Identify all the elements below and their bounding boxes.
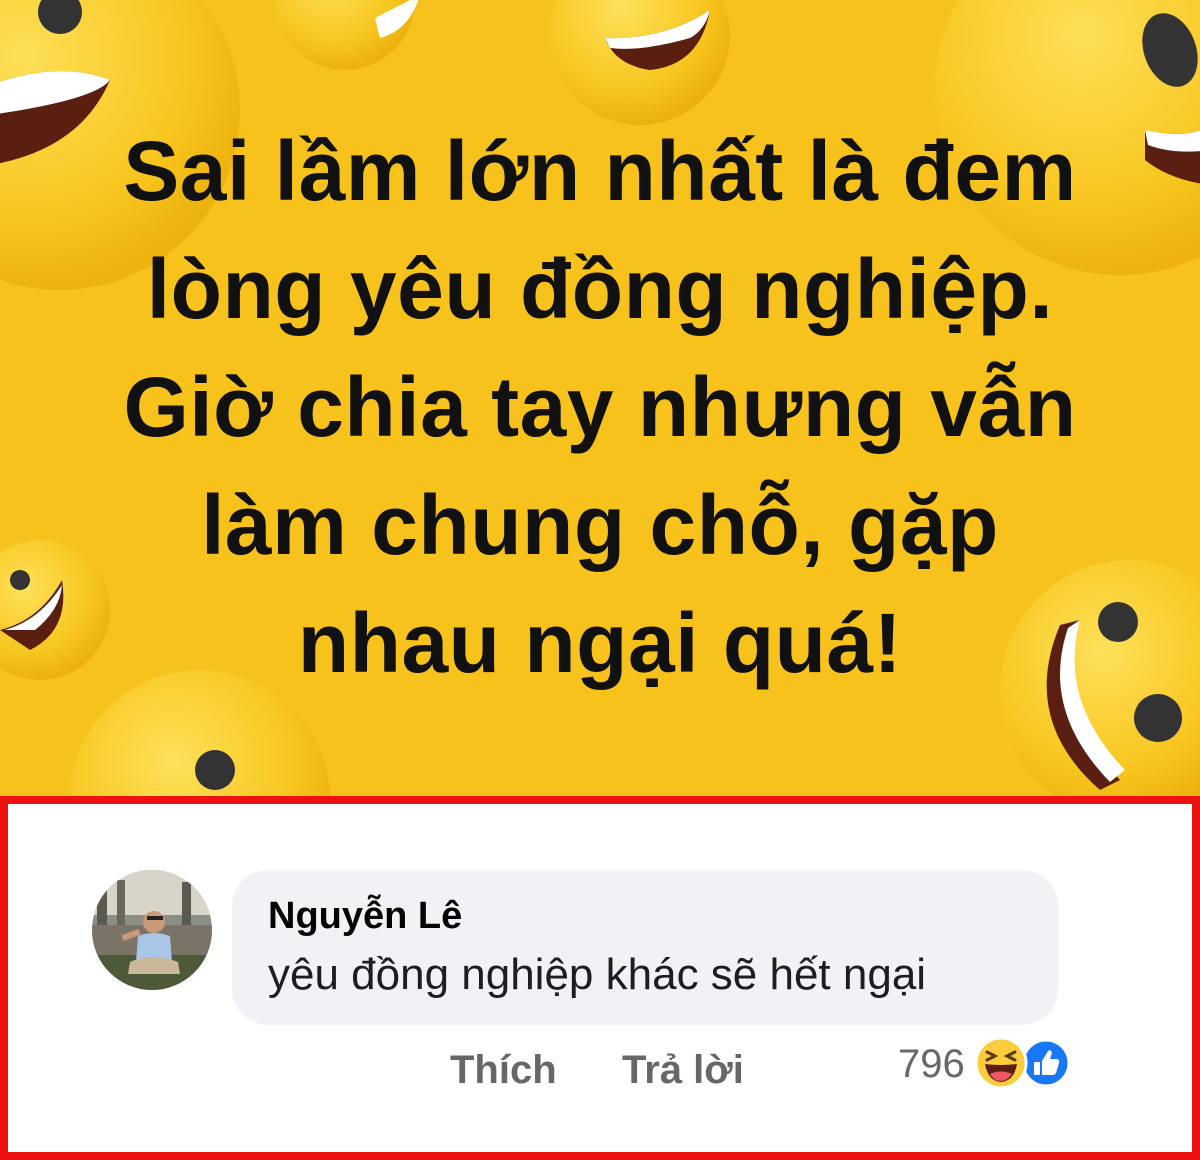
like-icon bbox=[1021, 1038, 1071, 1088]
haha-icon bbox=[974, 1036, 1028, 1090]
like-button[interactable]: Thích bbox=[450, 1048, 557, 1093]
post-image[interactable]: Sai lầm lớn nhất là đem lòng yêu đồng ng… bbox=[0, 0, 1200, 800]
avatar-photo bbox=[92, 870, 212, 990]
post-text-line: lòng yêu đồng nghiệp. bbox=[146, 242, 1054, 336]
post-caption: Sai lầm lớn nhất là đem lòng yêu đồng ng… bbox=[60, 112, 1140, 702]
post-text-line: Giờ chia tay nhưng vẫn bbox=[123, 360, 1077, 454]
post-text-line: làm chung chỗ, gặp bbox=[201, 478, 999, 572]
reaction-count[interactable]: 796 bbox=[898, 1042, 965, 1087]
comment-text: yêu đồng nghiệp khác sẽ hết ngại bbox=[268, 950, 927, 999]
post-text-line: nhau ngại quá! bbox=[297, 596, 903, 690]
comment-bubble bbox=[232, 870, 1058, 1025]
avatar[interactable] bbox=[92, 870, 212, 990]
reaction-summary[interactable] bbox=[974, 1036, 1074, 1090]
reply-button[interactable]: Trả lời bbox=[622, 1048, 744, 1093]
comment-author[interactable]: Nguyễn Lê bbox=[268, 895, 462, 938]
post-text-line: Sai lầm lớn nhất là đem bbox=[123, 124, 1077, 218]
